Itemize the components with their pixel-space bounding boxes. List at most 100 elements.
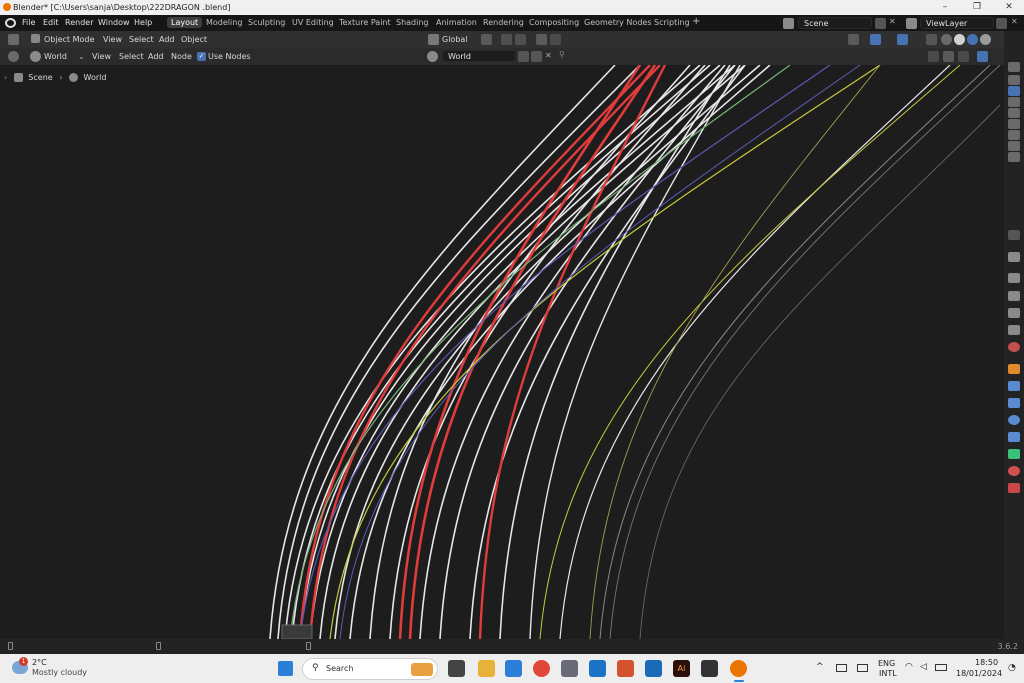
weather-temp[interactable]: 2°C bbox=[32, 658, 47, 667]
visibility-icon[interactable] bbox=[848, 34, 859, 45]
new-scene-icon[interactable] bbox=[875, 18, 886, 29]
store-icon[interactable] bbox=[505, 660, 522, 677]
menu-select[interactable]: Select bbox=[129, 35, 154, 44]
sticky-notes-icon[interactable] bbox=[701, 660, 718, 677]
keyboard-icon[interactable] bbox=[836, 664, 847, 672]
particles-properties-icon[interactable] bbox=[1008, 398, 1020, 408]
menu-render[interactable]: Render bbox=[65, 18, 93, 27]
node-link[interactable] bbox=[559, 64, 951, 640]
menu-select[interactable]: Select bbox=[119, 52, 144, 61]
language-indicator[interactable]: ENG bbox=[878, 659, 895, 668]
tab-compositing[interactable]: Compositing bbox=[529, 18, 579, 27]
close-button[interactable]: ✕ bbox=[994, 0, 1024, 15]
camera-visibility-icon[interactable] bbox=[1008, 97, 1020, 107]
clock-date[interactable]: 18/01/2024 bbox=[956, 669, 1002, 678]
menu-view[interactable]: View bbox=[92, 52, 111, 61]
tab-uv-editing[interactable]: UV Editing bbox=[292, 18, 334, 27]
node-link[interactable] bbox=[329, 64, 881, 640]
node-link[interactable] bbox=[308, 64, 661, 640]
overlay-toggle-icon[interactable] bbox=[897, 34, 908, 45]
windows-start-icon[interactable] bbox=[278, 661, 293, 676]
task-view-icon[interactable] bbox=[448, 660, 465, 677]
world-properties-icon[interactable] bbox=[1008, 342, 1020, 352]
camera-visibility-icon[interactable] bbox=[1008, 152, 1020, 162]
node-link[interactable] bbox=[639, 104, 1001, 640]
scene-properties-icon[interactable] bbox=[1008, 325, 1020, 335]
node-link[interactable] bbox=[398, 64, 642, 640]
clock-time[interactable]: 18:50 bbox=[975, 658, 998, 667]
file-explorer-icon[interactable] bbox=[478, 660, 495, 677]
rendered-shading-icon[interactable] bbox=[980, 34, 991, 45]
tab-animation[interactable]: Animation bbox=[436, 18, 477, 27]
tab-scripting[interactable]: Scripting bbox=[654, 18, 690, 27]
editor-type-icon[interactable] bbox=[8, 34, 19, 45]
texture-properties-icon[interactable] bbox=[1008, 483, 1020, 493]
material-shading-icon[interactable] bbox=[967, 34, 978, 45]
render-properties-icon[interactable] bbox=[1008, 273, 1020, 283]
chevron-up-icon[interactable]: ^ bbox=[816, 662, 824, 672]
node-link[interactable] bbox=[277, 64, 641, 640]
object-properties-icon[interactable] bbox=[1008, 364, 1020, 374]
duplicate-world-icon[interactable] bbox=[531, 51, 542, 62]
modifier-properties-icon[interactable] bbox=[1008, 381, 1020, 391]
transform-orientation-dropdown[interactable]: Global bbox=[442, 35, 468, 44]
add-workspace-button[interactable]: + bbox=[692, 16, 700, 27]
tab-modeling[interactable]: Modeling bbox=[206, 18, 242, 27]
node-overlay-icon[interactable] bbox=[977, 51, 988, 62]
menu-object[interactable]: Object bbox=[181, 35, 207, 44]
use-nodes-checkbox[interactable]: ✓ bbox=[197, 52, 206, 61]
tab-layout[interactable]: Layout bbox=[167, 17, 203, 28]
camera-visibility-icon[interactable] bbox=[1008, 108, 1020, 118]
taskbar-search[interactable]: ⚲ Search bbox=[302, 658, 438, 680]
outlook-icon[interactable] bbox=[589, 660, 606, 677]
camera-visibility-icon[interactable] bbox=[1008, 119, 1020, 129]
tab-sculpting[interactable]: Sculpting bbox=[248, 18, 285, 27]
delete-scene-icon[interactable]: ✕ bbox=[889, 17, 896, 26]
new-view-layer-icon[interactable] bbox=[996, 18, 1007, 29]
data-properties-icon[interactable] bbox=[1008, 449, 1020, 459]
blender-taskbar-icon[interactable] bbox=[730, 660, 747, 677]
node-link[interactable] bbox=[609, 64, 1001, 640]
proportional-edit-icon[interactable] bbox=[536, 34, 547, 45]
node-link[interactable] bbox=[299, 64, 721, 640]
scene-field[interactable]: Scene bbox=[798, 17, 872, 29]
illustrator-icon[interactable]: Ai bbox=[673, 660, 690, 677]
keyboard-layout[interactable]: INTL bbox=[879, 669, 897, 678]
tab-rendering[interactable]: Rendering bbox=[483, 18, 524, 27]
menu-add[interactable]: Add bbox=[159, 35, 175, 44]
menu-file[interactable]: File bbox=[22, 18, 35, 27]
node-link[interactable] bbox=[291, 64, 711, 640]
pin-icon[interactable]: ⚲ bbox=[559, 50, 565, 59]
editor-type-icon[interactable] bbox=[8, 51, 19, 62]
app-icon[interactable] bbox=[617, 660, 634, 677]
wireframe-shading-icon[interactable] bbox=[941, 34, 952, 45]
node-body[interactable] bbox=[281, 624, 313, 640]
constraints-properties-icon[interactable] bbox=[1008, 432, 1020, 442]
breadcrumb-scene[interactable]: Scene bbox=[28, 73, 52, 82]
delete-view-layer-icon[interactable]: ✕ bbox=[1011, 17, 1018, 26]
menu-edit[interactable]: Edit bbox=[43, 18, 59, 27]
menu-window[interactable]: Window bbox=[98, 18, 130, 27]
snap-target-icon[interactable] bbox=[515, 34, 526, 45]
view-layer-field[interactable]: ViewLayer bbox=[920, 17, 994, 29]
xray-toggle-icon[interactable] bbox=[926, 34, 937, 45]
minimize-button[interactable]: – bbox=[930, 0, 960, 15]
gizmo-toggle-icon[interactable] bbox=[870, 34, 881, 45]
physics-properties-icon[interactable] bbox=[1008, 415, 1020, 425]
display-icon[interactable] bbox=[857, 664, 868, 672]
solid-shading-icon[interactable] bbox=[954, 34, 965, 45]
breadcrumb-world[interactable]: World bbox=[84, 73, 107, 82]
camera-visibility-icon[interactable] bbox=[1008, 130, 1020, 140]
node-wrangler-icon[interactable] bbox=[943, 51, 954, 62]
camera-visibility-icon[interactable] bbox=[1008, 75, 1020, 85]
world-browse-icon[interactable] bbox=[427, 51, 438, 62]
battery-icon[interactable] bbox=[935, 664, 947, 671]
camera-visibility-icon[interactable] bbox=[1008, 86, 1020, 96]
tab-geometry-nodes[interactable]: Geometry Nodes bbox=[584, 18, 651, 27]
material-properties-icon[interactable] bbox=[1008, 466, 1020, 476]
snap-icon[interactable] bbox=[501, 34, 512, 45]
tab-texture-paint[interactable]: Texture Paint bbox=[339, 18, 391, 27]
weather-desc[interactable]: Mostly cloudy bbox=[32, 668, 87, 677]
pivot-point-icon[interactable] bbox=[481, 34, 492, 45]
menu-view[interactable]: View bbox=[103, 35, 122, 44]
